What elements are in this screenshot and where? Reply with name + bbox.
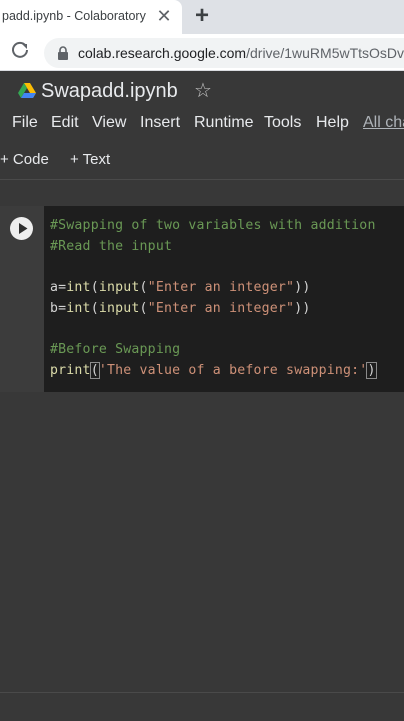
menu-view[interactable]: View <box>92 114 126 132</box>
add-text-button[interactable]: + Text <box>70 151 110 168</box>
menu-tools[interactable]: Tools <box>264 114 301 132</box>
run-cell-button[interactable] <box>10 217 33 240</box>
menu-file[interactable]: File <box>12 114 38 132</box>
google-drive-icon <box>18 83 36 99</box>
browser-tab-strip: padd.ipynb - Colaboratory ✕ + <box>0 0 404 34</box>
menu-runtime[interactable]: Runtime <box>194 114 254 132</box>
code-cell[interactable]: #Swapping of two variables with addition… <box>0 206 404 392</box>
close-icon[interactable]: ✕ <box>155 7 173 25</box>
code-line: print('The value of a before swapping:') <box>50 362 377 379</box>
address-bar[interactable]: colab.research.google.com/drive/1wuRM5wT… <box>44 38 404 68</box>
code-line: #Before Swapping <box>50 342 181 357</box>
add-code-button[interactable]: + Code <box>0 151 49 168</box>
reload-icon[interactable] <box>10 40 30 60</box>
browser-tab[interactable]: padd.ipynb - Colaboratory ✕ <box>0 0 182 34</box>
code-line: #Swapping of two variables with addition <box>50 218 376 233</box>
url-path: /drive/1wuRM5wTtsOsDvvp <box>246 45 404 61</box>
url-text: colab.research.google.com/drive/1wuRM5wT… <box>78 45 404 61</box>
lock-icon <box>56 46 70 60</box>
code-line: b=int(input("Enter an integer")) <box>50 301 311 316</box>
menu-help[interactable]: Help <box>316 114 349 132</box>
colab-header: Swapadd.ipynb ☆ File Edit View Insert Ru… <box>0 71 404 180</box>
tab-title: padd.ipynb - Colaboratory <box>2 9 146 23</box>
cell-gutter <box>0 206 44 392</box>
code-editor[interactable]: #Swapping of two variables with addition… <box>44 206 404 392</box>
code-line: #Read the input <box>50 239 173 254</box>
bottom-bar <box>0 692 404 721</box>
code-line: a=int(input("Enter an integer")) <box>50 280 311 295</box>
new-tab-icon[interactable]: + <box>190 4 214 28</box>
menu-edit[interactable]: Edit <box>51 114 79 132</box>
browser-toolbar: colab.research.google.com/drive/1wuRM5wT… <box>0 34 404 71</box>
url-host: colab.research.google.com <box>78 45 247 61</box>
star-icon[interactable]: ☆ <box>194 81 212 101</box>
notebook-title[interactable]: Swapadd.ipynb <box>41 80 178 103</box>
all-changes-saved-link[interactable]: All cha <box>363 114 404 132</box>
insert-toolbar: + Code + Text <box>0 151 404 173</box>
menu-bar: File Edit View Insert Runtime Tools Help… <box>0 114 404 136</box>
menu-insert[interactable]: Insert <box>140 114 180 132</box>
play-icon <box>19 223 28 234</box>
